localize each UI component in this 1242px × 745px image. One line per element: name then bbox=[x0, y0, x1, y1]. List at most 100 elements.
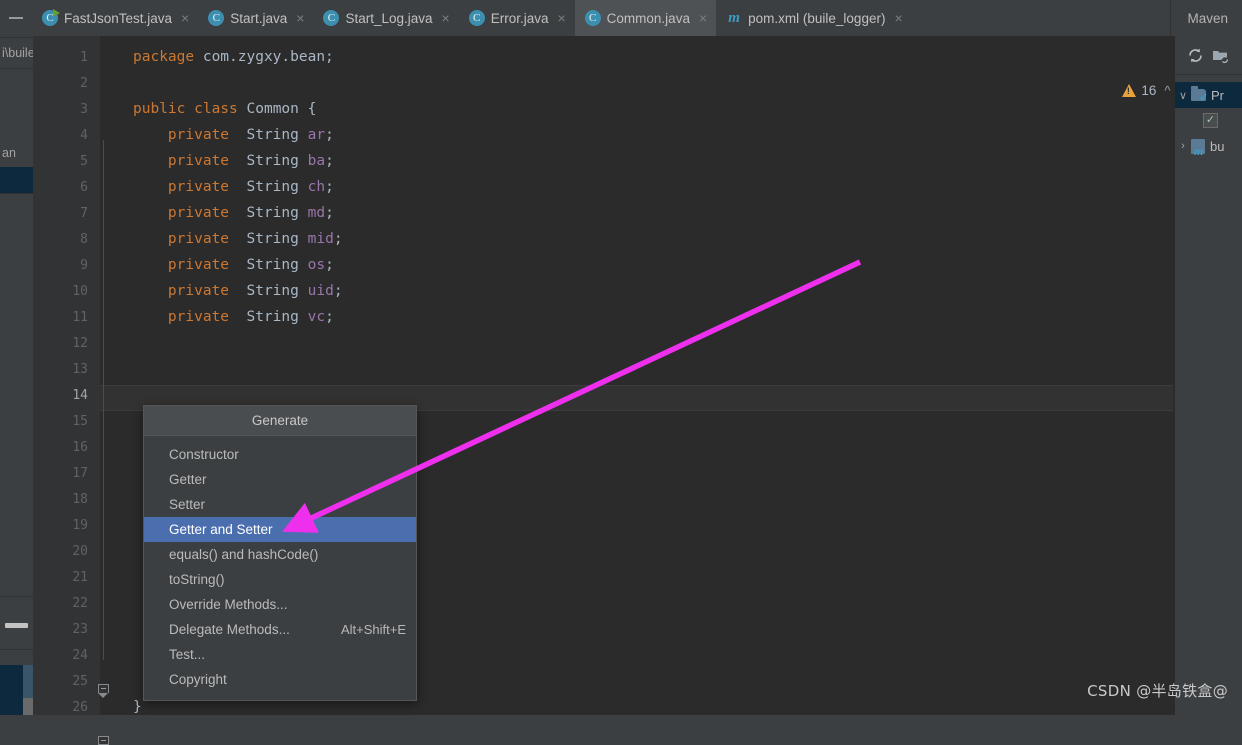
generate-popup-list[interactable]: Constructor Getter Setter Getter and Setter… bbox=[144, 436, 416, 700]
code-line: private String ar; bbox=[133, 122, 334, 148]
maven-tree-row-label: Pr bbox=[1211, 87, 1224, 103]
code-token: String bbox=[237, 179, 308, 195]
editor-tab-pom-xml-buile-logger-[interactable]: m pom.xml (buile_logger) × bbox=[716, 0, 912, 36]
maven-xml-icon: m bbox=[728, 10, 740, 26]
close-icon[interactable]: × bbox=[699, 11, 707, 25]
code-token: private bbox=[133, 127, 238, 143]
code-token: String bbox=[237, 205, 308, 221]
code-line: public class Common { bbox=[133, 96, 316, 122]
code-token: Common { bbox=[246, 101, 317, 117]
close-icon[interactable]: × bbox=[442, 11, 450, 25]
generate-menu-item-label: Constructor bbox=[169, 447, 239, 462]
code-token: private bbox=[133, 231, 238, 247]
hide-tool-window-button[interactable] bbox=[0, 0, 32, 36]
code-line: private String vc; bbox=[133, 304, 334, 330]
generate-popup[interactable]: Generate Constructor Getter Setter Getter a… bbox=[143, 405, 417, 701]
minimize-icon bbox=[9, 17, 23, 19]
maven-tool-window-button[interactable]: Maven bbox=[1170, 0, 1242, 36]
line-number: 12 bbox=[72, 336, 88, 351]
line-number: 17 bbox=[72, 466, 88, 481]
editor-tab-label: Start.java bbox=[230, 10, 288, 26]
code-token: private bbox=[133, 179, 238, 195]
editor-tab-bar: C FastJsonTest.java × C Start.java × C Start_Lo… bbox=[0, 0, 1242, 37]
project-node-fragment[interactable]: an bbox=[2, 146, 16, 160]
line-number: 6 bbox=[80, 180, 88, 195]
editor-tab-error-java[interactable]: C Error.java × bbox=[459, 0, 575, 36]
refresh-icon[interactable] bbox=[1187, 47, 1204, 64]
close-icon[interactable]: × bbox=[894, 11, 902, 25]
code-token: mid bbox=[307, 231, 334, 247]
close-icon[interactable]: × bbox=[557, 11, 565, 25]
generate-menu-item[interactable]: Setter bbox=[144, 492, 416, 517]
generate-menu-item-label: equals() and hashCode() bbox=[169, 547, 319, 562]
line-number: 16 bbox=[72, 440, 88, 455]
ide-window: C FastJsonTest.java × C Start.java × C Start_Lo… bbox=[0, 0, 1242, 745]
close-icon[interactable]: × bbox=[181, 11, 189, 25]
profiles-checkbox[interactable]: ✓ bbox=[1203, 113, 1218, 128]
chevron-right-icon[interactable]: › bbox=[1175, 140, 1191, 152]
divider bbox=[0, 193, 33, 194]
line-number: 22 bbox=[72, 596, 88, 611]
editor-tab-start-log-java[interactable]: C Start_Log.java × bbox=[313, 0, 458, 36]
line-number: 15 bbox=[72, 414, 88, 429]
line-number: 26 bbox=[72, 700, 88, 715]
run-triangle-icon bbox=[53, 9, 60, 17]
code-line: private String mid; bbox=[133, 226, 343, 252]
generate-menu-item-label: Delegate Methods... bbox=[169, 622, 290, 637]
generate-menu-item[interactable]: Getter bbox=[144, 467, 416, 492]
generate-menu-item[interactable]: toString() bbox=[144, 567, 416, 592]
add-folder-icon[interactable] bbox=[1212, 47, 1229, 64]
code-token: ar bbox=[307, 127, 326, 143]
editor-tab-start-java[interactable]: C Start.java × bbox=[198, 0, 313, 36]
warning-triangle-icon bbox=[1122, 83, 1137, 97]
generate-menu-item[interactable]: Test... bbox=[144, 642, 416, 667]
divider bbox=[0, 596, 33, 597]
line-number: 9 bbox=[80, 258, 88, 273]
scrollbar-thumb[interactable] bbox=[23, 698, 33, 715]
line-number: 21 bbox=[72, 570, 88, 585]
line-number: 25 bbox=[72, 674, 88, 689]
project-path-fragment: i\buile bbox=[2, 46, 34, 60]
line-number: 1 bbox=[80, 50, 88, 65]
line-number: 4 bbox=[80, 128, 88, 143]
project-selected-row[interactable] bbox=[0, 167, 33, 193]
chevron-down-icon[interactable]: ∨ bbox=[1175, 89, 1191, 102]
maven-tree-row[interactable]: › m bu bbox=[1175, 133, 1242, 159]
line-number: 13 bbox=[72, 362, 88, 377]
generate-menu-item[interactable]: equals() and hashCode() bbox=[144, 542, 416, 567]
line-number: 5 bbox=[80, 154, 88, 169]
line-number: 11 bbox=[72, 310, 88, 325]
code-token: String bbox=[237, 309, 308, 325]
check-badge-icon: ✓ bbox=[1199, 92, 1209, 104]
code-token: package bbox=[133, 49, 203, 65]
code-token: ; bbox=[325, 205, 334, 221]
divider bbox=[0, 68, 33, 69]
maven-project-icon: m bbox=[1191, 138, 1205, 157]
generate-menu-item[interactable]: Copyright bbox=[144, 667, 416, 692]
generate-menu-item[interactable]: Delegate Methods... Alt+Shift+E bbox=[144, 617, 416, 642]
chevron-up-icon[interactable]: ^ bbox=[1161, 83, 1173, 98]
code-token: uid bbox=[307, 283, 334, 299]
code-token: ; bbox=[325, 179, 334, 195]
generate-menu-item[interactable]: Override Methods... bbox=[144, 592, 416, 617]
editor-gutter[interactable]: 1 2 3 4 5 6 7 8 9 10 11 12 13 14 15 16 17 18 19 20 21 22 23 24 2… bbox=[33, 36, 109, 745]
generate-menu-item[interactable]: Constructor bbox=[144, 442, 416, 467]
editor-tab-common-java[interactable]: C Common.java × bbox=[574, 0, 717, 36]
line-number: 18 bbox=[72, 492, 88, 507]
maven-tool-window[interactable]: ∨ ✓ Pr ✓ › m bu bbox=[1174, 36, 1242, 715]
editor-tab-fastjsontest-java[interactable]: C FastJsonTest.java × bbox=[32, 0, 198, 36]
code-line: private String ba; bbox=[133, 148, 334, 174]
line-number: 24 bbox=[72, 648, 88, 663]
code-token: String bbox=[237, 153, 308, 169]
code-token: os bbox=[307, 257, 326, 273]
fold-marker-end[interactable] bbox=[98, 736, 109, 745]
maven-tree-row[interactable]: ∨ ✓ Pr bbox=[1175, 82, 1242, 108]
code-token: ch bbox=[307, 179, 326, 195]
close-icon[interactable]: × bbox=[296, 11, 304, 25]
collapse-handle[interactable] bbox=[5, 623, 28, 628]
project-tool-window-clipped[interactable]: i\buile an bbox=[0, 36, 34, 715]
profiles-folder-icon: ✓ bbox=[1191, 86, 1209, 104]
code-token: private bbox=[133, 205, 238, 221]
editor-tab-label: Error.java bbox=[490, 10, 549, 26]
generate-menu-item[interactable]: Getter and Setter bbox=[144, 517, 416, 542]
